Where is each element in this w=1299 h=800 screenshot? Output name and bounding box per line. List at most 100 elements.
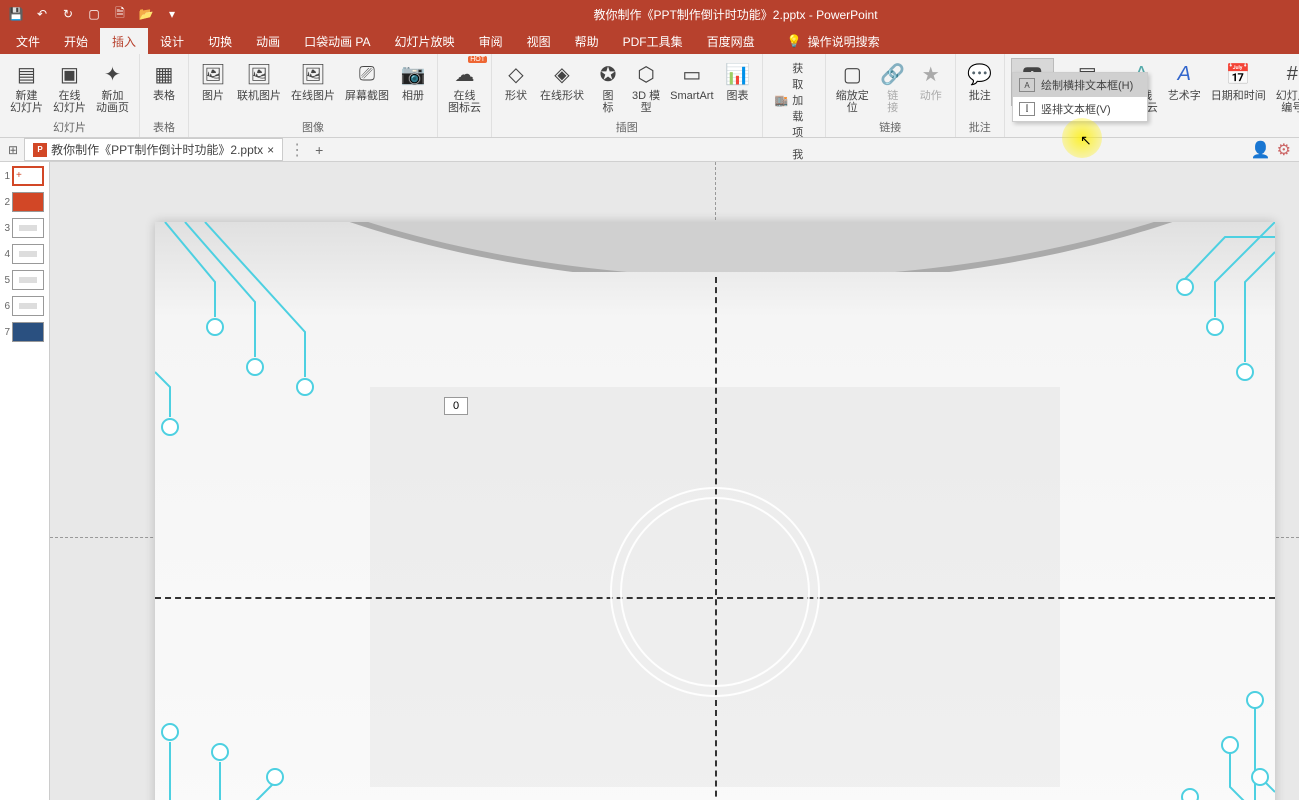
shapes-button[interactable]: ◇形状 xyxy=(498,58,534,104)
zoom-icon: ▢ xyxy=(838,60,866,88)
tab-separator: ⋮ xyxy=(289,140,305,160)
group-label-illustrations: 插图 xyxy=(498,117,756,137)
online-slide-button[interactable]: ▣在线 幻灯片 xyxy=(49,58,90,116)
online-image-icon: 🖼 xyxy=(299,60,327,88)
group-links: ▢缩放定 位 🔗链 接 ★动作 链接 xyxy=(826,54,956,137)
action-button: ★动作 xyxy=(913,58,949,104)
slide-thumb-3[interactable]: 3 xyxy=(2,218,47,238)
get-addins-button[interactable]: 🏬获取加载项 xyxy=(769,58,819,142)
redo-icon[interactable]: ↻ xyxy=(60,6,76,22)
draw-horizontal-textbox[interactable]: А 绘制横排文本框(H) xyxy=(1013,73,1147,97)
tab-transition[interactable]: 切换 xyxy=(196,28,244,54)
online-shapes-button[interactable]: ◈在线形状 xyxy=(536,58,588,104)
qat-more-icon[interactable]: ▾ xyxy=(164,6,180,22)
person-icon[interactable]: 👤 xyxy=(1251,140,1271,160)
open-icon[interactable]: 📂 xyxy=(138,6,154,22)
tab-review[interactable]: 审阅 xyxy=(467,28,515,54)
album-button[interactable]: 📷相册 xyxy=(395,58,431,104)
tab-help[interactable]: 帮助 xyxy=(563,28,611,54)
slide-textbox[interactable]: 0 xyxy=(444,397,468,415)
hot-badge: HOT xyxy=(468,56,487,63)
slide-thumb-4[interactable]: 4 xyxy=(2,244,47,264)
slide-number-button[interactable]: #幻灯片 编号 xyxy=(1272,58,1299,116)
group-images: 🖼图片 🖼联机图片 🖼在线图片 ⎚屏幕截图 📷相册 图像 xyxy=(189,54,438,137)
datetime-icon: 📅 xyxy=(1224,60,1252,88)
comment-button[interactable]: 💬批注 xyxy=(962,58,998,104)
slide-thumb-5[interactable]: 5 xyxy=(2,270,47,290)
tell-me-label: 操作说明搜索 xyxy=(808,33,880,50)
title-bar: 💾 ↶ ↻ ▢ 🗎 📂 ▾ 教你制作《PPT制作倒计时功能》2.pptx - P… xyxy=(0,0,1299,28)
group-tables: ▦表格 表格 xyxy=(140,54,189,137)
table-button[interactable]: ▦表格 xyxy=(146,58,182,104)
slide-canvas[interactable]: 0 xyxy=(50,162,1299,800)
gear-icon[interactable]: ⚙ xyxy=(1277,140,1291,160)
store-icon: 🏬 xyxy=(775,94,789,107)
undo-icon[interactable]: ↶ xyxy=(34,6,50,22)
file-icon[interactable]: 🗎 xyxy=(112,6,128,22)
tab-pdf[interactable]: PDF工具集 xyxy=(611,28,695,54)
save-icon[interactable]: 💾 xyxy=(8,6,24,22)
comment-icon: 💬 xyxy=(966,60,994,88)
smartart-button[interactable]: ▭SmartArt xyxy=(666,58,717,104)
window-title: 教你制作《PPT制作倒计时功能》2.pptx - PowerPoint xyxy=(180,6,1291,23)
document-tab-label: 教你制作《PPT制作倒计时功能》2.pptx xyxy=(51,141,263,158)
slide-thumb-6[interactable]: 6 xyxy=(2,296,47,316)
online-slide-icon: ▣ xyxy=(56,60,84,88)
slide-number-icon: # xyxy=(1278,60,1299,88)
shapes-icon: ◇ xyxy=(502,60,530,88)
tab-slideshow[interactable]: 幻灯片放映 xyxy=(383,28,467,54)
group-label-comments: 批注 xyxy=(962,117,998,137)
slideshow-icon[interactable]: ▢ xyxy=(86,6,102,22)
wordart-icon: A xyxy=(1170,60,1198,88)
group-label-links: 链接 xyxy=(832,117,949,137)
bulb-icon: 💡 xyxy=(787,34,802,48)
close-tab-icon[interactable]: × xyxy=(267,143,274,157)
group-illustrations: ◇形状 ◈在线形状 ✪图 标 ⬡3D 模 型 ▭SmartArt 📊图表 插图 xyxy=(492,54,763,137)
group-iconcloud: ☁HOT 在线 图标云 xyxy=(438,54,492,137)
circuit-decoration-tl xyxy=(155,222,335,522)
tab-baidu[interactable]: 百度网盘 xyxy=(695,28,767,54)
wordart-button[interactable]: A艺术字 xyxy=(1164,58,1205,104)
chart-button[interactable]: 📊图表 xyxy=(720,58,756,104)
draw-vertical-textbox[interactable]: ⫿ 竖排文本框(V) xyxy=(1013,97,1147,121)
online-shapes-icon: ◈ xyxy=(548,60,576,88)
datetime-button[interactable]: 📅日期和时间 xyxy=(1207,58,1270,104)
online-image-button[interactable]: 🖼在线图片 xyxy=(287,58,339,104)
tab-insert[interactable]: 插入 xyxy=(100,28,148,54)
group-label-images: 图像 xyxy=(195,117,431,137)
screenshot-button[interactable]: ⎚屏幕截图 xyxy=(341,58,393,104)
tab-file[interactable]: 文件 xyxy=(4,28,52,54)
group-addins: 🏬获取加载项 🧩我的加载项▾ 加载项 xyxy=(763,54,826,137)
cursor-icon: ↖ xyxy=(1080,132,1092,149)
chart-icon: 📊 xyxy=(724,60,752,88)
slide[interactable]: 0 xyxy=(155,222,1275,800)
slide-thumb-2[interactable]: 2 xyxy=(2,192,47,212)
tell-me-search[interactable]: 💡 操作说明搜索 xyxy=(787,28,880,54)
picture-icon: 🖼 xyxy=(199,60,227,88)
picture-button[interactable]: 🖼图片 xyxy=(195,58,231,104)
new-slide-button[interactable]: ▤新建 幻灯片 xyxy=(6,58,47,116)
zoom-button[interactable]: ▢缩放定 位 xyxy=(832,58,873,116)
tab-list-icon[interactable]: ⊞ xyxy=(8,143,18,157)
3d-model-button[interactable]: ⬡3D 模 型 xyxy=(628,58,664,116)
new-anim-page-button[interactable]: ✦新加 动画页 xyxy=(92,58,133,116)
link-icon: 🔗 xyxy=(879,60,907,88)
icons-button[interactable]: ✪图 标 xyxy=(590,58,626,116)
group-label-slides: 幻灯片 xyxy=(6,117,133,137)
slide-thumb-7[interactable]: 7 xyxy=(2,322,47,342)
slide-panel: 1 2 3 4 5 6 7 xyxy=(0,162,50,800)
quick-access-toolbar: 💾 ↶ ↻ ▢ 🗎 📂 ▾ xyxy=(8,6,180,22)
icon-cloud-button[interactable]: ☁HOT 在线 图标云 xyxy=(444,58,485,116)
online-picture-button[interactable]: 🖼联机图片 xyxy=(233,58,285,104)
document-tab[interactable]: P 教你制作《PPT制作倒计时功能》2.pptx × xyxy=(24,138,283,161)
tab-animation[interactable]: 动画 xyxy=(244,28,292,54)
tab-view[interactable]: 视图 xyxy=(515,28,563,54)
tab-pocket[interactable]: 口袋动画 PA xyxy=(292,28,382,54)
tab-home[interactable]: 开始 xyxy=(52,28,100,54)
horiz-textbox-icon: А xyxy=(1019,78,1035,92)
slide-thumb-1[interactable]: 1 xyxy=(2,166,47,186)
action-icon: ★ xyxy=(917,60,945,88)
tab-design[interactable]: 设计 xyxy=(148,28,196,54)
screenshot-icon: ⎚ xyxy=(353,60,381,88)
new-tab-button[interactable]: + xyxy=(315,142,323,158)
